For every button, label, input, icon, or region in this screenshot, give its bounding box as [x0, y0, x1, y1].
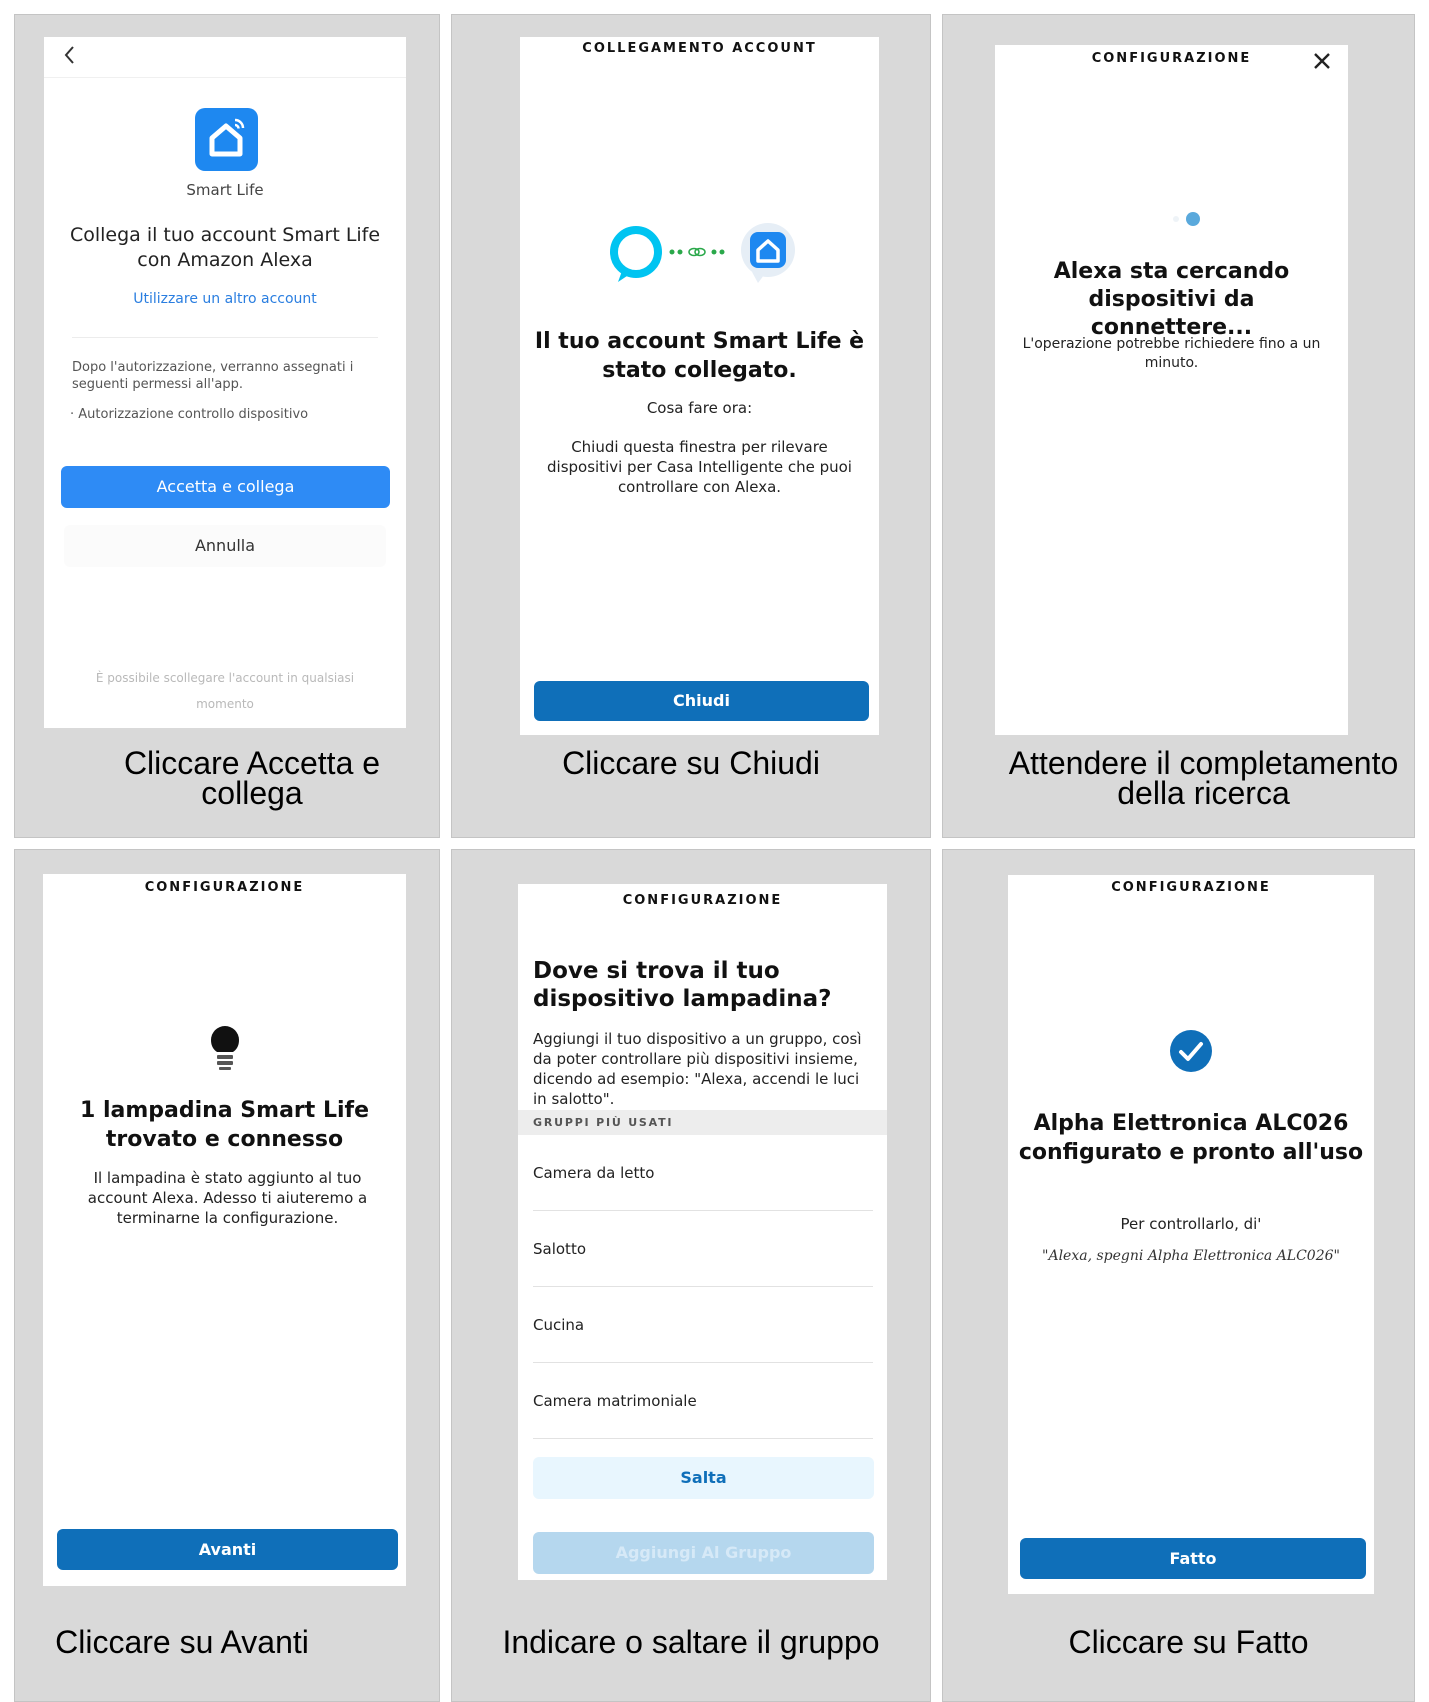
step-caption: Cliccare Accetta e collega — [123, 745, 381, 811]
smart-life-badge-icon — [741, 223, 795, 283]
smart-life-home-icon — [195, 108, 258, 171]
divider — [44, 77, 406, 78]
screen-header: CONFIGURAZIONE — [622, 893, 783, 908]
step-panel-3: CONFIGURAZIONE Alexa sta cercando dispos… — [942, 14, 1415, 838]
group-option[interactable]: Salotto — [533, 1211, 873, 1287]
footer-note: È possibile scollegare l'account in qual… — [95, 671, 355, 711]
step-caption: Cliccare su Avanti — [55, 1624, 309, 1660]
permission-item: · Autorizzazione controllo dispositivo — [70, 407, 309, 422]
page-title: Alpha Elettronica ALC026 configurato e p… — [1018, 1111, 1364, 1165]
lightbulb-icon — [208, 1024, 242, 1074]
divider — [72, 337, 378, 338]
device-found-screen: CONFIGURAZIONE 1 lampadina Smart Life tr… — [43, 874, 406, 1586]
group-option[interactable]: Camera matrimoniale — [533, 1363, 873, 1439]
back-arrow-icon[interactable] — [62, 43, 78, 73]
alexa-ring-icon — [610, 226, 662, 282]
step-caption: Attendere il completamento della ricerca — [1008, 745, 1399, 811]
close-icon[interactable] — [1310, 49, 1334, 73]
step-caption: Cliccare su Fatto — [1068, 1624, 1309, 1660]
add-to-group-button[interactable]: Aggiungi Al Gruppo — [533, 1532, 874, 1574]
group-hint: Aggiungi il tuo dispositivo a un gruppo,… — [533, 1030, 862, 1108]
example-phrase: "Alexa, spegni Alpha Elettronica ALC026" — [1042, 1248, 1340, 1264]
wait-hint: L'operazione potrebbe richiedere fino a … — [1022, 336, 1321, 371]
skip-button[interactable]: Salta — [533, 1457, 874, 1499]
step-panel-6: CONFIGURAZIONE Alpha Elettronica ALC026 … — [942, 849, 1415, 1702]
link-illustration — [608, 220, 798, 290]
close-button[interactable]: Chiudi — [534, 681, 869, 721]
instructions-text: Chiudi questa finestra per rilevare disp… — [547, 438, 852, 496]
how-to-label: Per controllarlo, di' — [1120, 1215, 1262, 1233]
step-caption: Cliccare su Chiudi — [562, 745, 820, 781]
info-text: Il lampadina è stato aggiunto al tuo acc… — [87, 1169, 368, 1227]
screen-header: CONFIGURAZIONE — [1111, 880, 1271, 895]
next-button[interactable]: Avanti — [57, 1529, 398, 1570]
step-panel-1: Smart Life Collega il tuo account Smart … — [14, 14, 440, 838]
smart-life-screen: Smart Life Collega il tuo account Smart … — [44, 37, 406, 728]
screen-header: CONFIGURAZIONE — [144, 880, 305, 895]
step-panel-5: CONFIGURAZIONE Dove si trova il tuo disp… — [451, 849, 931, 1702]
page-title: Alexa sta cercando dispositivi da connet… — [1053, 259, 1290, 340]
page-title: Il tuo account Smart Life è stato colleg… — [534, 329, 865, 383]
page-title: Collega il tuo account Smart Life con Am… — [69, 224, 381, 271]
step-panel-4: CONFIGURAZIONE 1 lampadina Smart Life tr… — [14, 849, 440, 1702]
searching-screen: CONFIGURAZIONE Alexa sta cercando dispos… — [995, 45, 1348, 735]
loading-dots-icon — [1170, 211, 1210, 227]
setup-complete-screen: CONFIGURAZIONE Alpha Elettronica ALC026 … — [1008, 875, 1374, 1594]
screen-header: COLLEGAMENTO ACCOUNT — [582, 41, 817, 56]
done-button[interactable]: Fatto — [1020, 1538, 1366, 1579]
link-icon — [669, 247, 725, 257]
screen-header: CONFIGURAZIONE — [1091, 51, 1252, 66]
page-title: Dove si trova il tuo dispositivo lampadi… — [533, 958, 832, 1012]
group-selection-screen: CONFIGURAZIONE Dove si trova il tuo disp… — [518, 884, 887, 1580]
section-label: GRUPPI PIÙ USATI — [518, 1110, 887, 1135]
accept-and-link-button[interactable]: Accetta e collega — [61, 466, 390, 508]
next-steps-heading: Cosa fare ora: — [646, 399, 753, 417]
checkmark-circle-icon — [1169, 1029, 1213, 1073]
step-caption: Indicare o saltare il gruppo — [502, 1624, 880, 1660]
alt-account-link[interactable]: Utilizzare un altro account — [44, 291, 406, 307]
app-name: Smart Life — [186, 181, 264, 199]
account-linked-screen: COLLEGAMENTO ACCOUNT Il tuo account Smar… — [520, 37, 879, 735]
page-title: 1 lampadina Smart Life trovato e conness… — [79, 1098, 370, 1152]
step-panel-2: COLLEGAMENTO ACCOUNT Il tuo account Smar… — [451, 14, 931, 838]
permissions-intro: Dopo l'autorizzazione, verranno assegnat… — [72, 360, 354, 392]
group-option[interactable]: Cucina — [533, 1287, 873, 1363]
group-option[interactable]: Camera da letto — [533, 1135, 873, 1211]
cancel-button[interactable]: Annulla — [64, 525, 386, 567]
